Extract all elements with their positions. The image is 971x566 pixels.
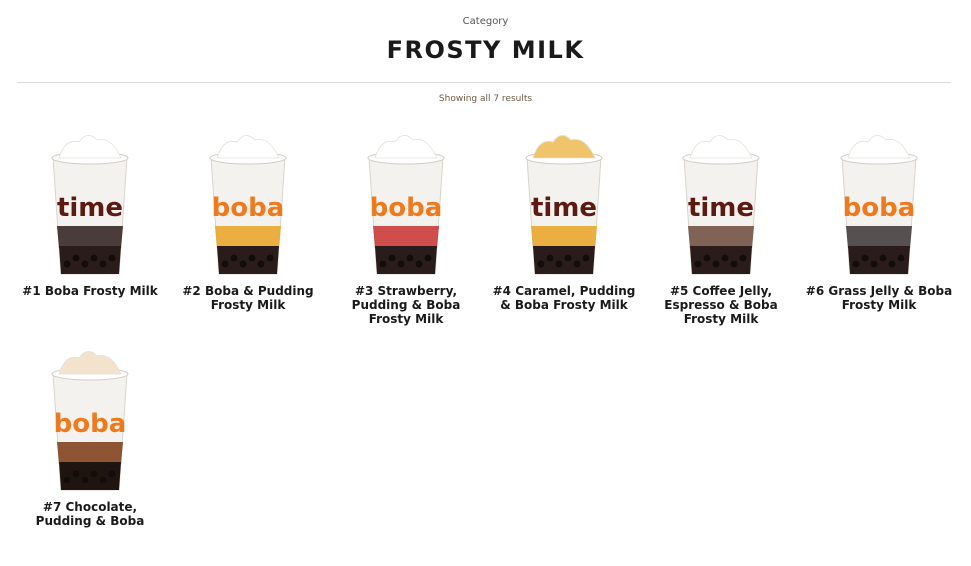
cup-brand-text: time	[688, 193, 754, 223]
product-name[interactable]: #5 Coffee Jelly, Espresso & Boba Frosty …	[646, 284, 796, 326]
flavor-layer	[215, 226, 281, 248]
boba-pearl	[739, 254, 747, 262]
page-title: FROSTY MILK	[386, 36, 585, 64]
cup-brand-text: boba	[212, 193, 285, 223]
boba-pearl	[861, 254, 869, 262]
boba-pearl	[90, 470, 98, 478]
boba-pearl	[388, 254, 396, 262]
boba-pearl	[63, 476, 71, 484]
boba-pearl	[239, 260, 247, 268]
boba-pearl	[582, 254, 590, 262]
flavor-layer	[57, 442, 123, 464]
boba-pearl	[230, 254, 238, 262]
product-name[interactable]: #3 Strawberry, Pudding & Boba Frosty Mil…	[331, 284, 481, 326]
whipped-topping	[374, 135, 438, 159]
product-card-2[interactable]: boba #2 Boba & Pudding Frosty Milk	[173, 130, 323, 312]
boba-pearl	[81, 260, 89, 268]
product-name[interactable]: #6 Grass Jelly & Boba Frosty Milk	[804, 284, 954, 312]
product-image[interactable]: boba	[45, 346, 135, 496]
whipped-topping	[689, 135, 753, 159]
product-card-3[interactable]: boba #3 Strawberry, Pudding & Boba Frost…	[331, 130, 481, 326]
boba-pearl	[573, 260, 581, 268]
boba-pearl	[397, 260, 405, 268]
product-card-5[interactable]: time #5 Coffee Jelly, Espresso & Boba Fr…	[646, 130, 796, 326]
product-name[interactable]: #1 Boba Frosty Milk	[15, 284, 165, 298]
boba-pearl	[72, 254, 80, 262]
product-image[interactable]: time	[676, 130, 766, 280]
boba-pearl	[248, 254, 256, 262]
flavor-layer	[688, 226, 754, 248]
cup-brand-text: boba	[843, 193, 916, 223]
boba-pearl	[72, 470, 80, 478]
whipped-topping	[847, 135, 911, 159]
boba-pearl	[564, 254, 572, 262]
boba-pearl	[266, 254, 274, 262]
boba-pearl	[555, 260, 563, 268]
boba-pearl	[852, 260, 860, 268]
product-card-4[interactable]: time #4 Caramel, Pudding & Boba Frosty M…	[489, 130, 639, 312]
product-image[interactable]: boba	[203, 130, 293, 280]
flavor-layer	[373, 226, 439, 248]
boba-pearl	[870, 260, 878, 268]
product-image[interactable]: boba	[834, 130, 924, 280]
product-card-7[interactable]: boba #7 Chocolate, Pudding & Boba	[15, 346, 165, 528]
whipped-topping	[216, 135, 280, 159]
flavor-layer	[846, 226, 912, 248]
boba-pearl	[379, 260, 387, 268]
product-image[interactable]: time	[519, 130, 609, 280]
whipped-topping	[58, 351, 122, 375]
result-count: Showing all 7 results	[438, 94, 533, 104]
boba-pearl	[221, 260, 229, 268]
boba-pearl	[257, 260, 265, 268]
boba-pearl	[99, 476, 107, 484]
whipped-topping	[58, 135, 122, 159]
category-eyebrow: Category	[462, 16, 509, 27]
boba-pearl	[415, 260, 423, 268]
boba-pearl	[406, 254, 414, 262]
cup-brand-text: time	[57, 193, 123, 223]
boba-pearl	[897, 254, 905, 262]
boba-pearl	[108, 470, 116, 478]
boba-pearl	[712, 260, 720, 268]
cup-brand-text: boba	[54, 409, 127, 439]
boba-pearl	[99, 260, 107, 268]
boba-pearl	[879, 254, 887, 262]
boba-pearl	[703, 254, 711, 262]
title-divider	[17, 82, 951, 83]
boba-pearl	[63, 260, 71, 268]
boba-pearl	[108, 254, 116, 262]
boba-pearl	[537, 260, 545, 268]
whipped-topping	[532, 135, 596, 159]
product-name[interactable]: #2 Boba & Pudding Frosty Milk	[173, 284, 323, 312]
boba-pearl	[721, 254, 729, 262]
product-card-6[interactable]: boba #6 Grass Jelly & Boba Frosty Milk	[804, 130, 954, 312]
cup-brand-text: time	[531, 193, 597, 223]
flavor-layer	[57, 226, 123, 248]
boba-pearl	[888, 260, 896, 268]
product-image[interactable]: time	[45, 130, 135, 280]
product-name[interactable]: #4 Caramel, Pudding & Boba Frosty Milk	[489, 284, 639, 312]
flavor-layer	[531, 226, 597, 248]
boba-pearl	[90, 254, 98, 262]
boba-pearl	[546, 254, 554, 262]
boba-pearl	[730, 260, 738, 268]
boba-pearl	[81, 476, 89, 484]
boba-pearl	[694, 260, 702, 268]
product-card-1[interactable]: time #1 Boba Frosty Milk	[15, 130, 165, 298]
product-image[interactable]: boba	[361, 130, 451, 280]
cup-brand-text: boba	[370, 193, 443, 223]
product-name[interactable]: #7 Chocolate, Pudding & Boba	[15, 500, 165, 528]
boba-pearl	[424, 254, 432, 262]
